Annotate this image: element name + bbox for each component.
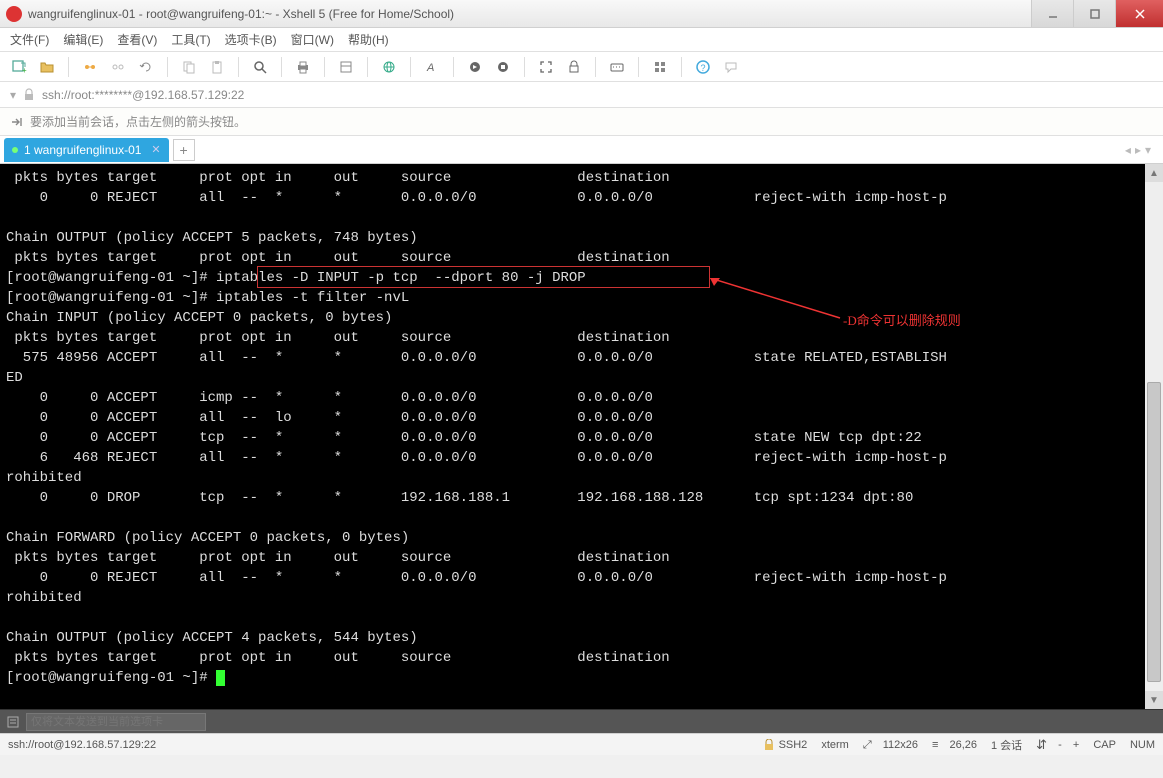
help-button[interactable]: ? (692, 56, 714, 78)
scroll-down-icon[interactable]: ▼ (1145, 691, 1163, 709)
paste-button[interactable] (206, 56, 228, 78)
new-tab-button[interactable]: + (173, 139, 195, 161)
status-connection: ssh://root@192.168.57.129:22 (8, 739, 156, 751)
reconnect-button[interactable] (135, 56, 157, 78)
scroll-thumb[interactable] (1147, 382, 1161, 682)
compose-input[interactable] (26, 713, 206, 731)
lock-button[interactable] (563, 56, 585, 78)
disconnect-button[interactable] (107, 56, 129, 78)
add-session-icon[interactable] (10, 115, 24, 129)
fullscreen-button[interactable] (535, 56, 557, 78)
new-session-button[interactable]: + (8, 56, 30, 78)
stop-button[interactable] (492, 56, 514, 78)
copy-button[interactable] (178, 56, 200, 78)
session-tab[interactable]: 1 wangruifenglinux-01 ✕ (4, 138, 169, 162)
tile-button[interactable] (649, 56, 671, 78)
status-num: NUM (1130, 739, 1155, 751)
globe-button[interactable] (378, 56, 400, 78)
tab-next-icon[interactable]: ▸ (1135, 143, 1141, 157)
minimize-button[interactable] (1031, 0, 1073, 27)
status-dot-icon (12, 147, 18, 153)
hint-bar: 要添加当前会话，点击左侧的箭头按钮。 (0, 108, 1163, 136)
keyboard-button[interactable] (606, 56, 628, 78)
compose-icon (6, 715, 20, 729)
annotation-label: -D命令可以删除规则 (843, 310, 961, 329)
tab-prev-icon[interactable]: ◂ (1125, 143, 1131, 157)
toolbar: + A ? (0, 52, 1163, 82)
find-button[interactable] (249, 56, 271, 78)
window-title: wangruifenglinux-01 - root@wangruifeng-0… (28, 7, 1031, 21)
lock-icon (22, 88, 36, 102)
menu-edit[interactable]: 编辑(E) (63, 31, 103, 48)
tab-label: 1 wangruifenglinux-01 (24, 143, 141, 157)
script-button[interactable] (464, 56, 486, 78)
feedback-button[interactable] (720, 56, 742, 78)
status-sessions: 1 会话 (991, 737, 1022, 753)
menu-bar: 文件(F) 编辑(E) 查看(V) 工具(T) 选项卡(B) 窗口(W) 帮助(… (0, 28, 1163, 52)
tab-nav: ◂ ▸ ▾ (1125, 143, 1159, 157)
terminal-scrollbar[interactable]: ▲ ▼ (1145, 164, 1163, 709)
lock-icon (763, 739, 775, 751)
status-bar: ssh://root@192.168.57.129:22 SSH2 xterm … (0, 733, 1163, 755)
dropdown-icon[interactable]: ▾ (10, 88, 16, 102)
close-button[interactable] (1115, 0, 1163, 27)
menu-view[interactable]: 查看(V) (117, 31, 157, 48)
menu-window[interactable]: 窗口(W) (291, 31, 334, 48)
status-pos: ≡ 26,26 (932, 739, 977, 751)
properties-button[interactable] (335, 56, 357, 78)
menu-file[interactable]: 文件(F) (10, 31, 49, 48)
maximize-button[interactable] (1073, 0, 1115, 27)
svg-text:?: ? (701, 63, 706, 73)
terminal-area: pkts bytes target prot opt in out source… (0, 164, 1163, 709)
status-caps: CAP (1093, 739, 1116, 751)
font-button[interactable]: A (421, 56, 443, 78)
svg-text:A: A (426, 62, 434, 74)
menu-help[interactable]: 帮助(H) (348, 31, 389, 48)
scroll-track[interactable] (1145, 182, 1163, 691)
tab-list-icon[interactable]: ▾ (1145, 143, 1151, 157)
svg-text:+: + (22, 66, 27, 75)
print-button[interactable] (292, 56, 314, 78)
terminal[interactable]: pkts bytes target prot opt in out source… (0, 164, 1145, 709)
menu-tools[interactable]: 工具(T) (171, 31, 210, 48)
menu-tab[interactable]: 选项卡(B) (225, 31, 277, 48)
status-size: ⤢ 112x26 (863, 738, 918, 752)
scroll-up-icon[interactable]: ▲ (1145, 164, 1163, 182)
compose-bar (0, 709, 1163, 733)
tab-close-icon[interactable]: ✕ (151, 143, 160, 156)
connect-button[interactable] (79, 56, 101, 78)
title-bar: wangruifenglinux-01 - root@wangruifeng-0… (0, 0, 1163, 28)
address-bar: ▾ ssh://root:********@192.168.57.129:22 (0, 82, 1163, 108)
hint-text: 要添加当前会话，点击左侧的箭头按钮。 (30, 113, 246, 130)
address-text[interactable]: ssh://root:********@192.168.57.129:22 (42, 88, 244, 102)
open-button[interactable] (36, 56, 58, 78)
status-ssh: SSH2 (763, 739, 808, 751)
app-icon (6, 6, 22, 22)
tab-bar: 1 wangruifenglinux-01 ✕ + ◂ ▸ ▾ (0, 136, 1163, 164)
status-term: xterm (821, 739, 849, 751)
